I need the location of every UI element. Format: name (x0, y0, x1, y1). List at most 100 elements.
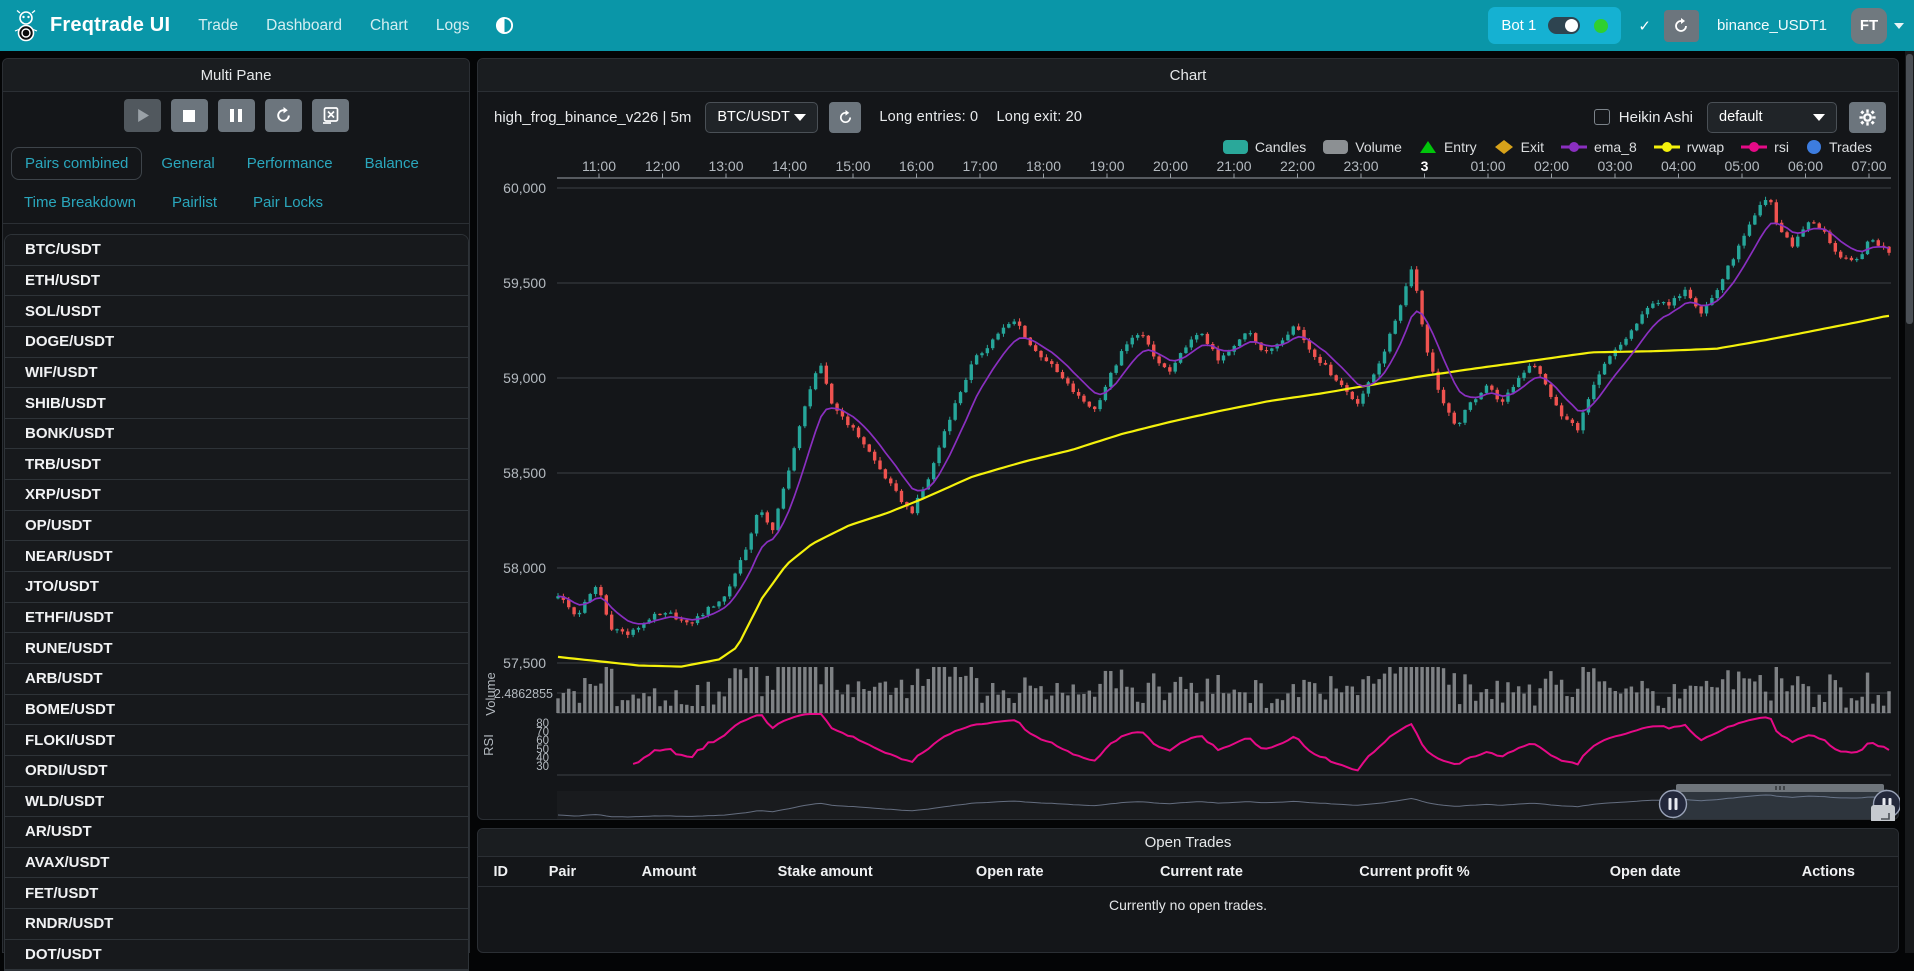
pair-row[interactable]: FET/USDT (5, 878, 468, 909)
tab-pairlist[interactable]: Pairlist (159, 187, 230, 218)
column-header-id: ID (478, 864, 523, 880)
svg-text:13:00: 13:00 (708, 158, 743, 174)
pair-row[interactable]: XRP/USDT (5, 480, 468, 511)
svg-text:15:00: 15:00 (835, 158, 870, 174)
pair-row[interactable]: BONK/USDT (5, 419, 468, 450)
tab-general[interactable]: General (148, 148, 227, 179)
svg-text:14:00: 14:00 (772, 158, 807, 174)
tab-performance[interactable]: Performance (234, 148, 346, 179)
bot-toggle[interactable] (1548, 17, 1580, 34)
pause-button[interactable] (218, 99, 255, 132)
svg-text:03:00: 03:00 (1597, 158, 1632, 174)
panel-tabs-row2: Time Breakdown Pairlist Pair Locks (11, 187, 336, 218)
chevron-down-icon (1813, 114, 1825, 121)
svg-text:17:00: 17:00 (962, 158, 997, 174)
pair-row[interactable]: SHIB/USDT (5, 388, 468, 419)
svg-text:06:00: 06:00 (1788, 158, 1823, 174)
chart-toolbar: high_frog_binance_v226 | 5m BTC/USDT Lon… (494, 101, 1886, 133)
svg-text:01:00: 01:00 (1470, 158, 1505, 174)
pair-row[interactable]: OP/USDT (5, 511, 468, 542)
pair-row[interactable]: DOT/USDT (5, 940, 468, 971)
panel-tabs-row1: Pairs combinedGeneralPerformanceBalance (11, 147, 432, 180)
pair-row[interactable]: WLD/USDT (5, 787, 468, 818)
pair-row[interactable]: DOGE/USDT (5, 327, 468, 358)
pair-row[interactable]: RNDR/USDT (5, 909, 468, 940)
pair-row[interactable]: NEAR/USDT (5, 541, 468, 572)
svg-text:59,000: 59,000 (503, 370, 546, 386)
theme-toggle-icon[interactable] (495, 16, 514, 35)
pair-row[interactable]: RUNE/USDT (5, 633, 468, 664)
pair-row[interactable]: BOME/USDT (5, 695, 468, 726)
svg-text:23:00: 23:00 (1343, 158, 1378, 174)
svg-text:11:00: 11:00 (582, 158, 616, 174)
nav-item-logs[interactable]: Logs (436, 17, 470, 35)
price-chart[interactable]: 60,00059,50059,00058,50058,00057,50011:0… (478, 141, 1900, 821)
pair-row[interactable]: ARB/USDT (5, 664, 468, 695)
bot-online-dot (1594, 19, 1608, 33)
svg-text:16:00: 16:00 (899, 158, 934, 174)
svg-text:22:00: 22:00 (1280, 158, 1315, 174)
plot-config-select[interactable]: default (1707, 102, 1837, 133)
svg-text:12:00: 12:00 (645, 158, 680, 174)
avatar[interactable]: FT (1851, 8, 1887, 44)
open-trades-panel: Open Trades IDPairAmountStake amountOpen… (477, 828, 1899, 953)
multi-pane-panel: Multi Pane Pairs combinedGeneralPerform (2, 58, 470, 953)
chevron-down-icon[interactable] (1894, 23, 1904, 29)
open-trades-empty-message: Currently no open trades. (478, 897, 1898, 913)
svg-text:05:00: 05:00 (1724, 158, 1759, 174)
chevron-down-icon (794, 114, 806, 121)
svg-text:18:00: 18:00 (1026, 158, 1061, 174)
bot-name: Bot 1 (1501, 17, 1536, 34)
column-header-current-profit-: Current profit % (1297, 864, 1531, 880)
svg-text:30: 30 (536, 761, 549, 773)
column-header-current-rate: Current rate (1106, 864, 1298, 880)
tab-pair-locks[interactable]: Pair Locks (240, 187, 336, 218)
pair-row[interactable]: AR/USDT (5, 817, 468, 848)
svg-text:Volume: Volume (483, 672, 498, 715)
column-header-open-rate: Open rate (914, 864, 1106, 880)
tab-pairs-combined[interactable]: Pairs combined (11, 147, 142, 180)
pair-select[interactable]: BTC/USDT (705, 102, 818, 133)
nav-item-chart[interactable]: Chart (370, 17, 408, 35)
reload-config-button[interactable] (265, 99, 302, 132)
page-scrollbar-thumb[interactable] (1906, 54, 1913, 324)
tabs-divider (3, 223, 469, 224)
cancel-open-orders-button[interactable] (312, 99, 349, 132)
column-header-actions: Actions (1759, 864, 1898, 880)
strategy-label: high_frog_binance_v226 | 5m (494, 109, 691, 126)
refresh-button[interactable] (1664, 10, 1699, 42)
pair-row[interactable]: WIF/USDT (5, 358, 468, 389)
nav-item-dashboard[interactable]: Dashboard (266, 17, 342, 35)
pair-list: BTC/USDTETH/USDTSOL/USDTDOGE/USDTWIF/USD… (4, 234, 469, 971)
pair-row[interactable]: BTC/USDT (5, 235, 468, 266)
pair-row[interactable]: SOL/USDT (5, 296, 468, 327)
play-button[interactable] (124, 99, 161, 132)
heikin-ashi-checkbox[interactable] (1594, 109, 1610, 125)
pair-row[interactable]: FLOKI/USDT (5, 725, 468, 756)
pair-row[interactable]: AVAX/USDT (5, 848, 468, 879)
plot-settings-gear-icon[interactable] (1849, 102, 1886, 133)
pair-select-value: BTC/USDT (717, 109, 790, 125)
svg-text:59,500: 59,500 (503, 275, 546, 291)
tab-time-breakdown[interactable]: Time Breakdown (11, 187, 149, 218)
datazoom-handle[interactable] (1660, 791, 1687, 818)
navbar: Freqtrade UI TradeDashboardChartLogs Bot… (0, 0, 1914, 51)
pair-row[interactable]: ETH/USDT (5, 266, 468, 297)
pair-row[interactable]: ORDI/USDT (5, 756, 468, 787)
nav-item-trade[interactable]: Trade (198, 17, 238, 35)
tab-balance[interactable]: Balance (352, 148, 432, 179)
resize-grip[interactable] (1871, 805, 1895, 821)
freqtrade-logo-icon (12, 9, 40, 43)
long-entries-count: Long entries: 0 (879, 109, 978, 125)
pair-row[interactable]: ETHFI/USDT (5, 603, 468, 634)
pair-row[interactable]: TRB/USDT (5, 449, 468, 480)
pair-row[interactable]: JTO/USDT (5, 572, 468, 603)
stop-button[interactable] (171, 99, 208, 132)
column-header-open-date: Open date (1532, 864, 1759, 880)
plot-config-value: default (1719, 109, 1763, 125)
bot-selector[interactable]: Bot 1 (1488, 7, 1621, 44)
chart-panel: Chart high_frog_binance_v226 | 5m BTC/US… (477, 58, 1899, 820)
column-header-amount: Amount (602, 864, 737, 880)
chart-title: Chart (478, 59, 1898, 92)
chart-refresh-button[interactable] (829, 102, 861, 133)
